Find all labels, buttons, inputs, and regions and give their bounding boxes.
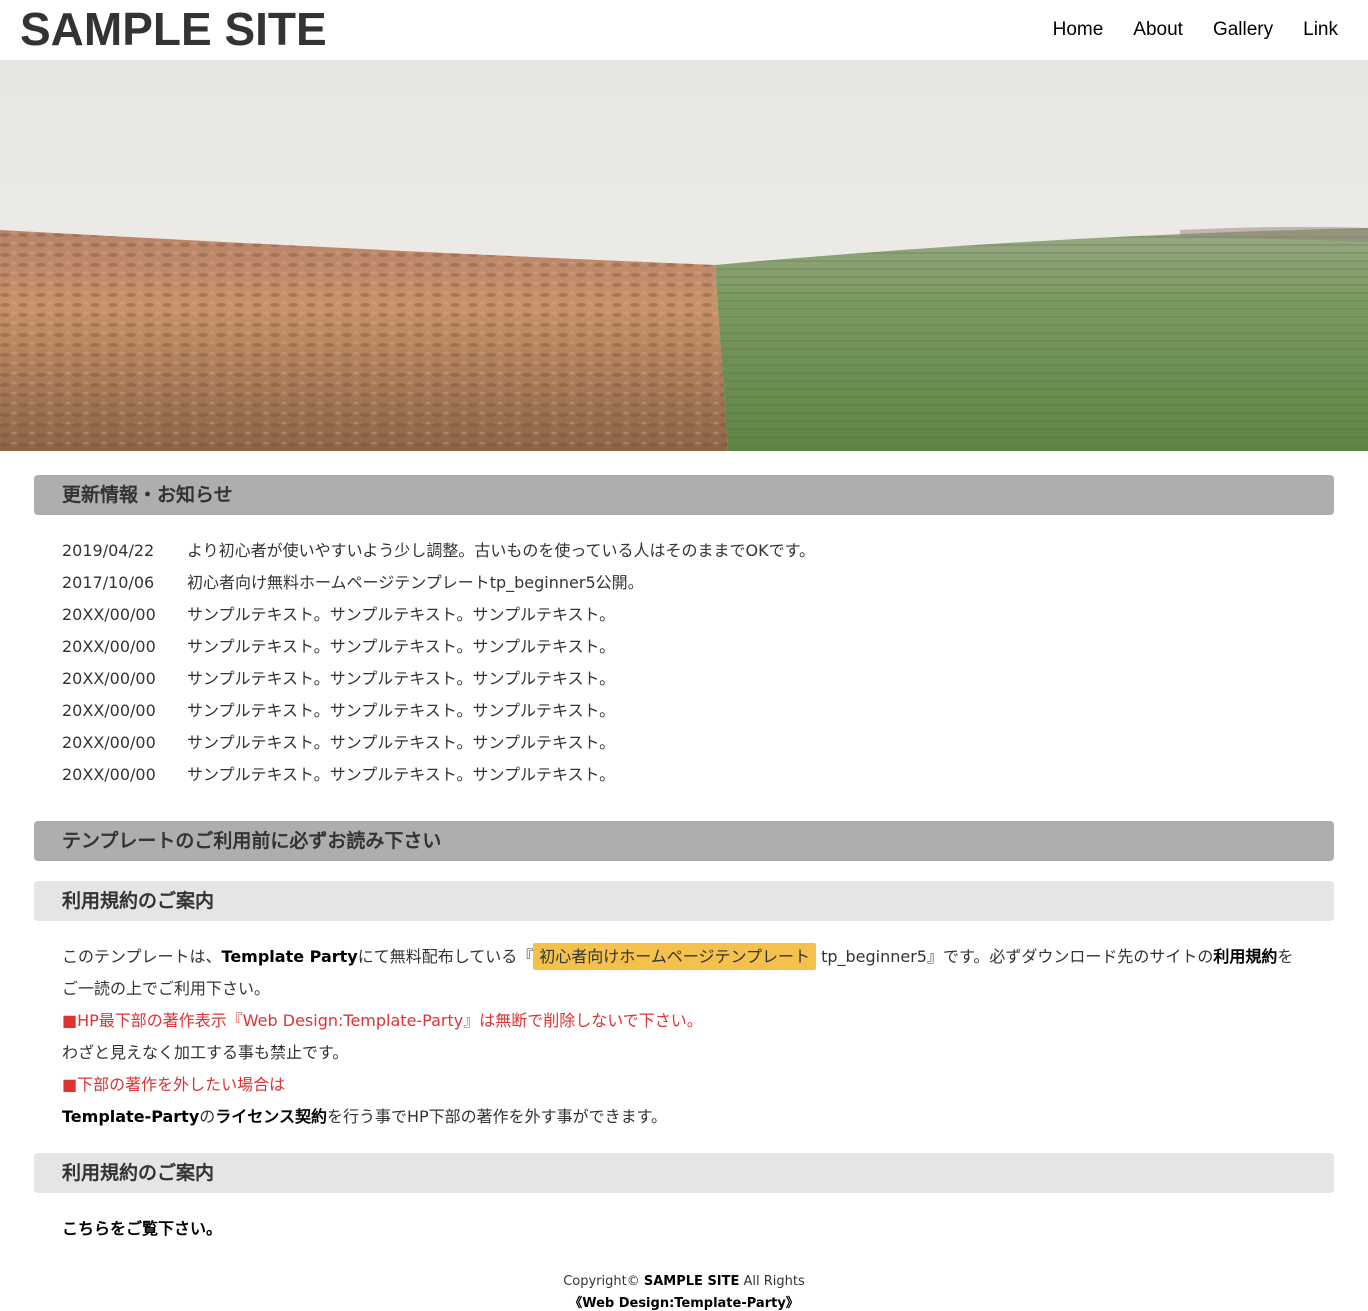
nav-about[interactable]: About xyxy=(1133,16,1183,44)
news-item: 20XX/00/00 サンプルテキスト。サンプルテキスト。サンプルテキスト。 xyxy=(62,663,1306,695)
news-date: 20XX/00/00 xyxy=(62,669,156,688)
news-item: 20XX/00/00 サンプルテキスト。サンプルテキスト。サンプルテキスト。 xyxy=(62,631,1306,663)
news-text: より初心者が使いやすいよう少し調整。古いものを使っている人はそのままでOKです。 xyxy=(187,541,816,560)
news-date: 20XX/00/00 xyxy=(62,733,156,752)
terms-heading: 利用規約のご案内 xyxy=(34,881,1334,921)
news-text: サンプルテキスト。サンプルテキスト。サンプルテキスト。 xyxy=(187,733,616,752)
nav-gallery[interactable]: Gallery xyxy=(1213,16,1273,44)
license-text: の xyxy=(199,1107,216,1126)
nav-link[interactable]: Link xyxy=(1303,16,1338,44)
readme-heading: テンプレートのご利用前に必ずお読み下さい xyxy=(34,821,1334,861)
news-item: 2019/04/22 より初心者が使いやすいよう少し調整。古いものを使っている人… xyxy=(62,535,1306,567)
nav-home[interactable]: Home xyxy=(1053,16,1104,44)
footer: Copyright© SAMPLE SITE All Rights 《Web D… xyxy=(34,1271,1334,1311)
design-credit-link[interactable]: 《Web Design:Template-Party》 xyxy=(569,1296,799,1311)
remove-credit-heading: ■下部の著作を外したい場合は xyxy=(62,1075,286,1094)
hero-image xyxy=(0,60,1368,451)
license-text: を行う事でHP下部の著作を外す事ができます。 xyxy=(326,1107,668,1126)
terms-link-paragraph: こちらをご覧下さい。 xyxy=(34,1213,1334,1245)
news-date: 20XX/00/00 xyxy=(62,701,156,720)
news-text: 初心者向け無料ホームページテンプレートtp_beginner5公開。 xyxy=(187,573,644,592)
news-text: サンプルテキスト。サンプルテキスト。サンプルテキスト。 xyxy=(187,701,616,720)
template-party-link[interactable]: Template-Party xyxy=(62,1107,199,1126)
news-list: 2019/04/22 より初心者が使いやすいよう少し調整。古いものを使っている人… xyxy=(34,515,1334,791)
news-heading: 更新情報・お知らせ xyxy=(34,475,1334,515)
terms-see-link[interactable]: こちらをご覧下さい。 xyxy=(62,1219,222,1238)
terms-text: このテンプレートは、 xyxy=(62,947,222,966)
site-header: SAMPLE SITE Home About Gallery Link xyxy=(0,0,1368,60)
news-date: 2019/04/22 xyxy=(62,541,155,560)
copyright-warning: ■HP最下部の著作表示『Web Design:Template-Party』は無… xyxy=(62,1011,703,1030)
terms-link[interactable]: 利用規約 xyxy=(1213,947,1277,966)
main-content: 更新情報・お知らせ 2019/04/22 より初心者が使いやすいよう少し調整。古… xyxy=(0,451,1368,1311)
terms-text: にて無料配布している『 xyxy=(357,947,534,966)
template-party-link[interactable]: Template Party xyxy=(222,947,358,966)
design-credit[interactable]: 《Web Design:Template-Party》 xyxy=(34,1293,1334,1311)
terms-heading-2: 利用規約のご案内 xyxy=(34,1153,1334,1193)
site-logo[interactable]: SAMPLE SITE xyxy=(20,2,327,56)
terms-text: tp_beginner5』です。必ずダウンロード先のサイトの xyxy=(815,947,1214,966)
terms-paragraph: このテンプレートは、Template Partyにて無料配布している『 初心者向け… xyxy=(34,941,1334,1005)
news-item: 2017/10/06 初心者向け無料ホームページテンプレートtp_beginne… xyxy=(62,567,1306,599)
news-item: 20XX/00/00 サンプルテキスト。サンプルテキスト。サンプルテキスト。 xyxy=(62,695,1306,727)
news-text: サンプルテキスト。サンプルテキスト。サンプルテキスト。 xyxy=(187,605,616,624)
news-date: 20XX/00/00 xyxy=(62,637,156,656)
template-name-highlight[interactable]: 初心者向けホームページテンプレート xyxy=(533,943,816,970)
copyright-site-name: SAMPLE SITE xyxy=(643,1274,740,1289)
news-text: サンプルテキスト。サンプルテキスト。サンプルテキスト。 xyxy=(187,637,616,656)
terms-note: わざと見えなく加工する事も禁止です。 xyxy=(62,1043,349,1062)
license-paragraph: Template-Partyのライセンス契約を行う事でHP下部の著作を外す事がで… xyxy=(34,1101,1334,1133)
copyright-text: Copyright© xyxy=(563,1274,644,1289)
main-nav: Home About Gallery Link xyxy=(1053,16,1338,44)
news-item: 20XX/00/00 サンプルテキスト。サンプルテキスト。サンプルテキスト。 xyxy=(62,759,1306,791)
news-date: 2017/10/06 xyxy=(62,573,155,592)
news-text: サンプルテキスト。サンプルテキスト。サンプルテキスト。 xyxy=(187,765,616,784)
news-item: 20XX/00/00 サンプルテキスト。サンプルテキスト。サンプルテキスト。 xyxy=(62,727,1306,759)
copyright-text: All Rights xyxy=(739,1274,805,1289)
news-text: サンプルテキスト。サンプルテキスト。サンプルテキスト。 xyxy=(187,669,616,688)
news-date: 20XX/00/00 xyxy=(62,765,156,784)
news-date: 20XX/00/00 xyxy=(62,605,156,624)
license-link[interactable]: ライセンス契約 xyxy=(215,1107,327,1126)
copyright-line: Copyright© SAMPLE SITE All Rights xyxy=(34,1271,1334,1293)
news-item: 20XX/00/00 サンプルテキスト。サンプルテキスト。サンプルテキスト。 xyxy=(62,599,1306,631)
